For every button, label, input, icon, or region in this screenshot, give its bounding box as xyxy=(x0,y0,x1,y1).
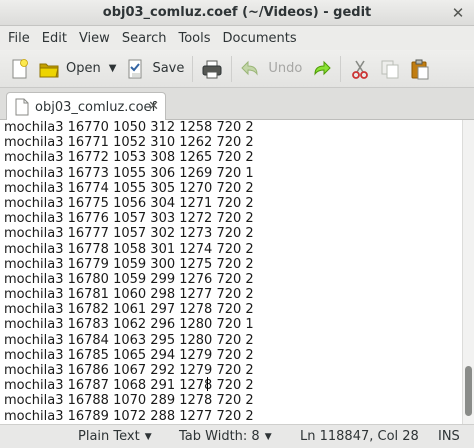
tab-width-selector[interactable]: Tab Width: 8 ▼ xyxy=(179,429,272,444)
vertical-scrollbar[interactable] xyxy=(462,120,474,424)
text-line: mochila3 16780 1059 299 1276 720 2 xyxy=(4,271,254,287)
language-label: Plain Text xyxy=(78,429,140,444)
cursor-position: Ln 118847, Col 28 xyxy=(300,429,419,444)
text-line: mochila3 16771 1052 310 1262 720 2 xyxy=(4,135,254,151)
text-line: mochila3 16785 1065 294 1279 720 2 xyxy=(4,347,254,363)
insert-mode: INS xyxy=(438,429,460,444)
cut-button[interactable] xyxy=(345,54,375,84)
close-icon[interactable]: ✕ xyxy=(148,99,159,114)
document-tab-bar: obj03_comluz.coef ✕ xyxy=(0,88,474,121)
paste-button[interactable] xyxy=(405,54,435,84)
chevron-down-icon: ▼ xyxy=(108,63,117,74)
text-line: mochila3 16781 1060 298 1277 720 2 xyxy=(4,287,254,303)
copy-button[interactable] xyxy=(375,54,405,84)
text-line: mochila3 16788 1070 289 1278 720 2 xyxy=(4,393,254,409)
text-line: mochila3 16782 1061 297 1278 720 2 xyxy=(4,302,254,318)
new-document-button[interactable] xyxy=(4,54,34,84)
text-line: mochila3 16770 1050 312 1258 720 2 xyxy=(4,120,254,135)
document-icon xyxy=(15,98,29,116)
tab-obj03-comluz[interactable]: obj03_comluz.coef ✕ xyxy=(6,92,166,121)
open-button[interactable]: Open xyxy=(34,54,105,84)
save-button[interactable]: Save xyxy=(120,54,188,84)
print-button[interactable] xyxy=(197,54,227,84)
text-line: mochila3 16779 1059 300 1275 720 2 xyxy=(4,256,254,272)
copy-icon xyxy=(379,58,401,80)
text-line: mochila3 16773 1055 306 1269 720 1 xyxy=(4,165,254,181)
paste-icon xyxy=(409,58,431,80)
toolbar-separator xyxy=(231,55,233,82)
tab-width-label: Tab Width: 8 xyxy=(179,429,260,444)
text-line: mochila3 16786 1067 292 1279 720 2 xyxy=(4,363,254,378)
text-editor[interactable]: mochila3 16770 1050 312 1258 720 2 mochil… xyxy=(0,120,462,424)
window-title: obj03_comluz.coef (~/Videos) - gedit xyxy=(102,5,372,20)
open-folder-icon xyxy=(38,58,60,80)
save-icon xyxy=(124,58,146,80)
text-line: mochila3 16784 1063 295 1280 720 2 xyxy=(4,332,254,348)
text-line: mochila3 16783 1062 296 1280 720 1 xyxy=(4,317,254,333)
save-label: Save xyxy=(152,61,185,76)
menu-bar: File Edit View Search Tools Documents xyxy=(0,26,474,50)
cut-icon xyxy=(349,58,371,80)
toolbar: Open ▼ Save Undo xyxy=(0,50,474,88)
chevron-down-icon: ▼ xyxy=(264,431,272,442)
open-recent-dropdown[interactable]: ▼ xyxy=(105,54,121,84)
menu-tools[interactable]: Tools xyxy=(172,31,216,46)
redo-button[interactable] xyxy=(306,54,336,84)
menu-search[interactable]: Search xyxy=(116,31,173,46)
text-line: mochila3 16777 1057 302 1273 720 2 xyxy=(4,226,254,242)
title-bar: obj03_comluz.coef (~/Videos) - gedit ✕ xyxy=(0,0,474,26)
redo-icon xyxy=(310,58,332,80)
language-selector[interactable]: Plain Text ▼ xyxy=(78,429,152,444)
undo-label: Undo xyxy=(268,61,303,76)
chevron-down-icon: ▼ xyxy=(144,431,152,442)
text-line: mochila3 16774 1055 305 1270 720 2 xyxy=(4,180,254,196)
undo-icon xyxy=(240,58,262,80)
text-line: mochila3 16772 1053 308 1265 720 2 xyxy=(4,150,254,166)
window-close-button[interactable]: ✕ xyxy=(448,3,468,23)
text-line: mochila3 16776 1057 303 1272 720 2 xyxy=(4,211,254,227)
undo-button[interactable]: Undo xyxy=(236,54,306,84)
open-label: Open xyxy=(66,61,101,76)
toolbar-separator xyxy=(340,55,342,82)
scrollbar-thumb[interactable] xyxy=(465,366,472,416)
menu-edit[interactable]: Edit xyxy=(36,31,73,46)
text-line: mochila3 16778 1058 301 1274 720 2 xyxy=(4,241,254,257)
menu-view[interactable]: View xyxy=(73,31,116,46)
editor-lines: mochila3 16770 1050 312 1258 720 2 mochil… xyxy=(0,120,462,424)
text-line: mochila3 16775 1056 304 1271 720 2 xyxy=(4,195,254,211)
menu-file[interactable]: File xyxy=(2,31,36,46)
status-bar: Plain Text ▼ Tab Width: 8 ▼ Ln 118847, C… xyxy=(0,424,474,448)
tab-title: obj03_comluz.coef xyxy=(35,99,157,115)
text-line: mochila3 16789 1072 288 1277 720 2 xyxy=(4,408,254,424)
menu-documents[interactable]: Documents xyxy=(217,31,303,46)
text-line: mochila3 16787 1068 291 1278 720 2 xyxy=(4,378,254,394)
new-document-icon xyxy=(8,58,30,80)
toolbar-separator xyxy=(192,55,194,82)
text-caret xyxy=(207,377,208,391)
print-icon xyxy=(201,58,223,80)
